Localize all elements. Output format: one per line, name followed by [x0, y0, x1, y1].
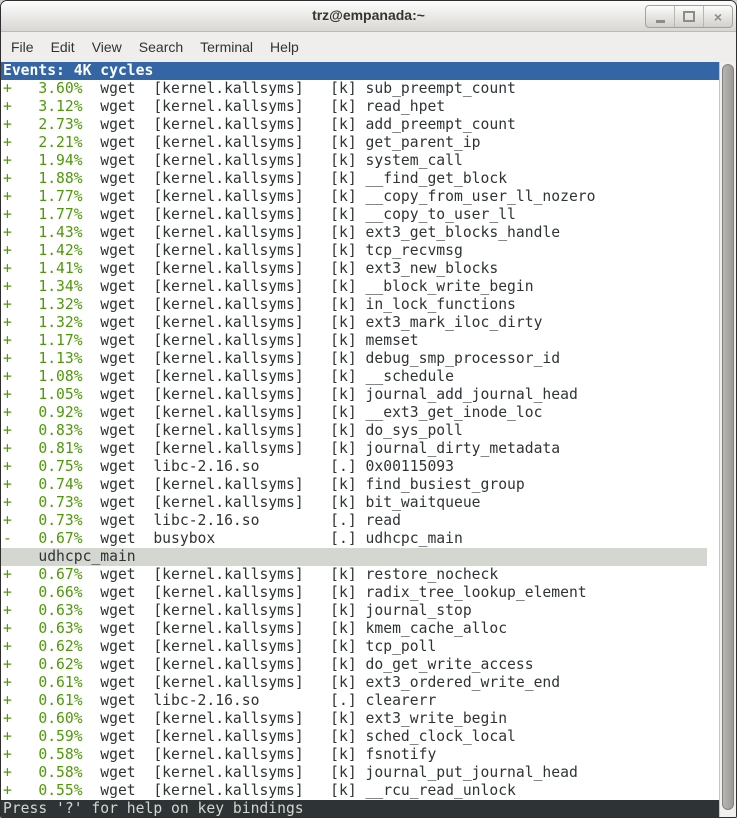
- perf-events-header: Events: 4K cycles: [1, 62, 721, 80]
- perf-row[interactable]: + 2.73% wget [kernel.kallsyms] [k] add_p…: [1, 116, 721, 134]
- perf-row[interactable]: + 1.88% wget [kernel.kallsyms] [k] __fin…: [1, 170, 721, 188]
- perf-row[interactable]: + 0.66% wget [kernel.kallsyms] [k] radix…: [1, 584, 721, 602]
- perf-row[interactable]: + 0.75% wget libc-2.16.so [.] 0x00115093…: [1, 458, 721, 476]
- perf-row[interactable]: + 0.58% wget [kernel.kallsyms] [k] fsnot…: [1, 746, 721, 764]
- perf-rows: + 3.60% wget [kernel.kallsyms] [k] sub_p…: [1, 80, 721, 800]
- terminal-content: Events: 4K cycles + 3.60% wget [kernel.k…: [1, 62, 721, 817]
- perf-row[interactable]: + 0.74% wget [kernel.kallsyms] [k] find_…: [1, 476, 721, 494]
- perf-row[interactable]: + 1.77% wget [kernel.kallsyms] [k] __cop…: [1, 206, 721, 224]
- perf-row[interactable]: + 0.67% wget [kernel.kallsyms] [k] resto…: [1, 566, 721, 584]
- perf-row[interactable]: + 0.73% wget [kernel.kallsyms] [k] bit_w…: [1, 494, 721, 512]
- menubar: File Edit View Search Terminal Help: [1, 32, 736, 62]
- perf-row[interactable]: + 1.05% wget [kernel.kallsyms] [k] journ…: [1, 386, 721, 404]
- perf-row[interactable]: + 0.81% wget [kernel.kallsyms] [k] journ…: [1, 440, 721, 458]
- perf-callchain-row[interactable]: udhcpc_main: [1, 548, 721, 566]
- window-controls: ×: [645, 5, 733, 28]
- perf-row[interactable]: + 1.43% wget [kernel.kallsyms] [k] ext3_…: [1, 224, 721, 242]
- perf-row[interactable]: + 1.17% wget [kernel.kallsyms] [k] memse…: [1, 332, 721, 350]
- perf-row[interactable]: + 0.73% wget libc-2.16.so [.] read▒: [1, 512, 721, 530]
- menu-view[interactable]: View: [92, 39, 122, 55]
- perf-row[interactable]: + 1.42% wget [kernel.kallsyms] [k] tcp_r…: [1, 242, 721, 260]
- perf-row[interactable]: + 0.63% wget [kernel.kallsyms] [k] kmem_…: [1, 620, 721, 638]
- perf-row[interactable]: + 0.83% wget [kernel.kallsyms] [k] do_sy…: [1, 422, 721, 440]
- close-icon: ×: [714, 9, 722, 25]
- gtk-scrollbar-track[interactable]: [719, 62, 736, 817]
- perf-row[interactable]: + 0.58% wget [kernel.kallsyms] [k] journ…: [1, 764, 721, 782]
- perf-row[interactable]: + 0.61% wget [kernel.kallsyms] [k] ext3_…: [1, 674, 721, 692]
- perf-row[interactable]: + 3.60% wget [kernel.kallsyms] [k] sub_p…: [1, 80, 721, 98]
- window-title: trz@empanada:~: [1, 1, 736, 30]
- maximize-button[interactable]: [674, 6, 703, 27]
- perf-row[interactable]: + 1.32% wget [kernel.kallsyms] [k] ext3_…: [1, 314, 721, 332]
- menu-file[interactable]: File: [11, 39, 34, 55]
- perf-row[interactable]: + 0.59% wget [kernel.kallsyms] [k] sched…: [1, 728, 721, 746]
- minimize-icon: [656, 20, 665, 23]
- menu-help[interactable]: Help: [270, 39, 299, 55]
- perf-row[interactable]: + 1.13% wget [kernel.kallsyms] [k] debug…: [1, 350, 721, 368]
- perf-row[interactable]: - 0.67% wget busybox [.] udhcpc_main▒: [1, 530, 721, 548]
- perf-row[interactable]: + 1.34% wget [kernel.kallsyms] [k] __blo…: [1, 278, 721, 296]
- perf-row[interactable]: + 1.08% wget [kernel.kallsyms] [k] __sch…: [1, 368, 721, 386]
- perf-row[interactable]: + 0.55% wget [kernel.kallsyms] [k] __rcu…: [1, 782, 721, 800]
- perf-row[interactable]: + 0.63% wget [kernel.kallsyms] [k] journ…: [1, 602, 721, 620]
- perf-row[interactable]: + 0.61% wget libc-2.16.so [.] clearerr▒: [1, 692, 721, 710]
- perf-row[interactable]: + 3.12% wget [kernel.kallsyms] [k] read_…: [1, 98, 721, 116]
- titlebar[interactable]: trz@empanada:~ ×: [1, 1, 736, 32]
- maximize-icon: [683, 11, 695, 22]
- perf-row[interactable]: + 1.32% wget [kernel.kallsyms] [k] in_lo…: [1, 296, 721, 314]
- terminal-window: trz@empanada:~ × File Edit View Search T…: [0, 0, 737, 818]
- perf-row[interactable]: + 0.62% wget [kernel.kallsyms] [k] do_ge…: [1, 656, 721, 674]
- menu-terminal[interactable]: Terminal: [200, 39, 253, 55]
- menu-edit[interactable]: Edit: [51, 39, 75, 55]
- gtk-scrollbar-thumb[interactable]: [722, 64, 734, 810]
- perf-row[interactable]: + 1.41% wget [kernel.kallsyms] [k] ext3_…: [1, 260, 721, 278]
- perf-status-line: Press '?' for help on key bindings: [1, 800, 724, 818]
- perf-row[interactable]: + 1.94% wget [kernel.kallsyms] [k] syste…: [1, 152, 721, 170]
- perf-row[interactable]: + 0.62% wget [kernel.kallsyms] [k] tcp_p…: [1, 638, 721, 656]
- perf-row[interactable]: + 0.92% wget [kernel.kallsyms] [k] __ext…: [1, 404, 721, 422]
- perf-row[interactable]: + 1.77% wget [kernel.kallsyms] [k] __cop…: [1, 188, 721, 206]
- minimize-button[interactable]: [646, 6, 674, 27]
- perf-row[interactable]: + 0.60% wget [kernel.kallsyms] [k] ext3_…: [1, 710, 721, 728]
- menu-search[interactable]: Search: [139, 39, 183, 55]
- close-button[interactable]: ×: [703, 6, 732, 27]
- perf-row[interactable]: + 2.21% wget [kernel.kallsyms] [k] get_p…: [1, 134, 721, 152]
